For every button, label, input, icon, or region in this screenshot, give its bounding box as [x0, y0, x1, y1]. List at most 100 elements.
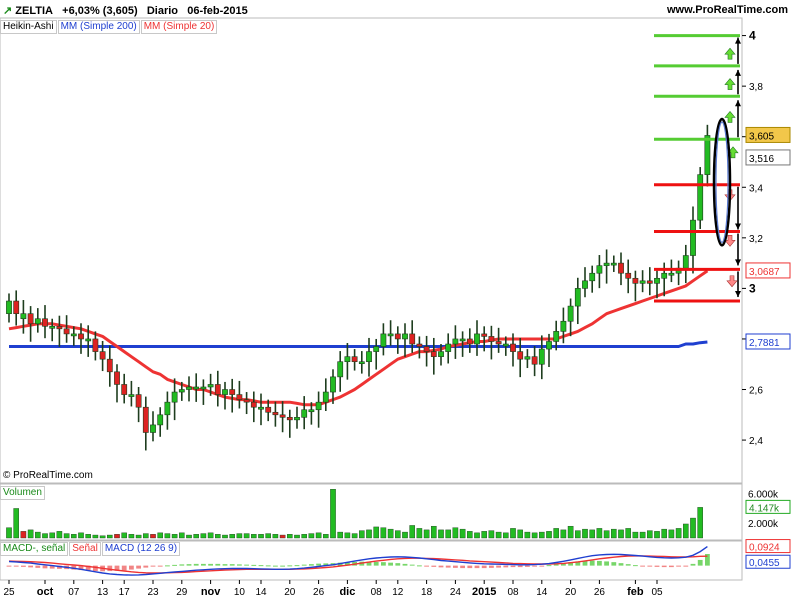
volume-legend[interactable]: Volumen — [0, 486, 45, 500]
macd-histogram-bar — [388, 562, 393, 566]
legend-heikin[interactable]: Heikin-Ashi — [0, 20, 57, 34]
volume-bar — [142, 533, 149, 539]
candle-body — [272, 411, 279, 416]
x-axis-label: 20 — [565, 587, 577, 598]
macd-histogram-bar — [143, 565, 149, 568]
candle-body — [78, 333, 84, 340]
macd-histogram-bar — [690, 563, 696, 566]
volume-bar — [315, 532, 322, 539]
macd-tick-2: 0,0455 — [749, 558, 780, 569]
volume-bar — [35, 531, 41, 539]
candle-body — [639, 280, 646, 284]
volume-legend-box: Volumen — [0, 486, 46, 500]
volume-bar — [553, 528, 559, 539]
macd-histogram-bar — [273, 565, 278, 567]
legend-ma200[interactable]: MM (Simple 200) — [57, 20, 140, 34]
x-axis-label: 14 — [536, 587, 548, 598]
volume-bar — [416, 528, 423, 539]
price-y-tick-label: 3 — [749, 281, 756, 295]
prev-price-label: 3,516 — [749, 154, 774, 165]
macd-legend-macd[interactable]: MACD (12 26 9) — [101, 542, 181, 556]
volume-bar — [344, 532, 351, 539]
volume-bar — [582, 528, 588, 539]
macd-histogram-bar — [13, 565, 19, 567]
macd-histogram-bar — [546, 565, 552, 567]
x-axis-label: oct — [37, 586, 54, 598]
x-axis-label: 26 — [594, 587, 606, 598]
macd-legend-signal[interactable]: Señal — [69, 542, 101, 556]
x-axis-label: 12 — [392, 587, 404, 598]
volume-bar — [323, 534, 329, 539]
change-value: +6,03% (3,605) — [62, 5, 138, 17]
x-axis-label: 10 — [234, 587, 246, 598]
macd-histogram-bar — [237, 564, 242, 566]
candle-body — [121, 384, 128, 395]
macd-histogram-bar — [604, 561, 609, 566]
macd-histogram-bar — [453, 565, 458, 568]
candle-body — [236, 394, 243, 400]
macd-histogram-bar — [265, 565, 271, 567]
candle-body — [114, 371, 120, 385]
volume-bar — [56, 531, 63, 539]
volume-bar — [647, 530, 653, 539]
macd-histogram-bar — [258, 565, 264, 567]
candle-body — [294, 417, 300, 421]
macd-legend-main[interactable]: MACD-, señal — [0, 542, 69, 556]
candle-body — [603, 262, 610, 266]
candle-body — [438, 351, 444, 357]
macd-histogram-bar — [193, 563, 199, 566]
volume-bar — [474, 532, 480, 539]
volume-bar — [510, 528, 516, 539]
up-arrow-1-head — [735, 37, 741, 44]
candle-body — [222, 389, 228, 395]
volume-bar — [618, 529, 624, 539]
volume-bar — [675, 528, 682, 539]
candle-body — [243, 399, 250, 403]
macd-histogram-bar — [121, 565, 127, 571]
candle-body — [430, 351, 437, 357]
candle-body — [344, 356, 351, 363]
macd-histogram-bar — [661, 565, 667, 568]
macd-histogram-bar — [503, 565, 509, 568]
volume-bar — [42, 533, 48, 539]
macd-histogram-bar — [309, 564, 314, 566]
volume-bar — [70, 534, 77, 539]
candle-body — [373, 346, 380, 352]
x-axis-label: 20 — [284, 587, 296, 598]
candle-body — [560, 320, 567, 332]
candle-body — [596, 265, 603, 274]
macd-legend-box: MACD-, señal Señal MACD (12 26 9) — [0, 542, 181, 556]
candle-body — [258, 406, 264, 410]
macd-histogram-bar — [301, 564, 307, 566]
candle-body — [70, 333, 77, 337]
volume-bar — [639, 531, 646, 539]
candle-body — [582, 280, 588, 289]
down-arrow-3-head — [735, 291, 741, 298]
candle-body — [567, 305, 574, 322]
candle-body — [488, 336, 495, 342]
legend-ma20[interactable]: MM (Simple 20) — [140, 20, 218, 34]
candle-body — [625, 272, 632, 279]
volume-bar — [308, 533, 315, 539]
volume-bar — [157, 532, 164, 539]
volume-bar — [121, 532, 127, 539]
macd-histogram-bar — [373, 561, 379, 566]
macd-histogram-bar — [229, 564, 235, 566]
volume-bar — [524, 531, 531, 539]
volume-bar — [330, 489, 336, 539]
candle-body — [171, 391, 178, 403]
volume-bar — [150, 534, 156, 539]
down-arrow-2-head — [735, 259, 741, 266]
volume-bar — [27, 529, 34, 539]
volume-bar — [258, 534, 264, 539]
candle-body — [56, 326, 63, 330]
candle-body — [337, 361, 344, 378]
candle-body — [164, 401, 171, 416]
candle-body — [704, 135, 711, 175]
block-up-arrow — [724, 78, 736, 90]
candle-body — [409, 333, 416, 345]
candle-body — [92, 338, 99, 352]
macd-histogram-bar — [676, 565, 681, 567]
candle-body — [610, 262, 617, 266]
candle-body — [538, 348, 545, 365]
